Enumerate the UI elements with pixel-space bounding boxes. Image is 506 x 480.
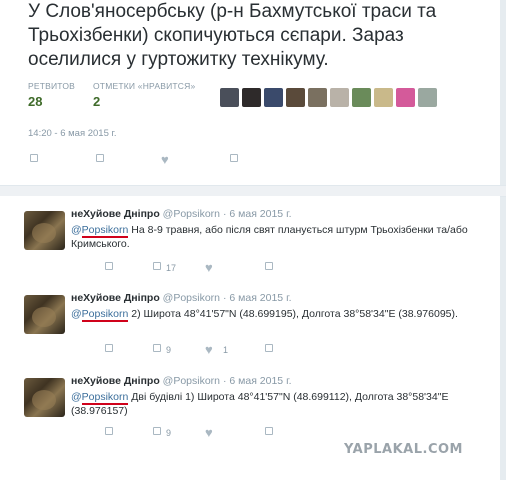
like-heart-icon[interactable]: ♥ [205, 261, 213, 274]
likes-stat[interactable]: ОТМЕТКИ «НРАВИТСЯ» 2 [93, 81, 195, 109]
liker-avatar[interactable] [286, 88, 305, 107]
reply-body-text: На 8-9 травня, або після свят планується… [71, 224, 468, 250]
like-heart-icon[interactable]: ♥ [205, 343, 213, 356]
reply-text: @Popsikorn Дві будівлі 1) Широта 48°41'5… [71, 391, 449, 417]
liker-avatar[interactable] [396, 88, 415, 107]
likes-label: ОТМЕТКИ «НРАВИТСЯ» [93, 81, 196, 91]
author-name[interactable]: неХуйове Дніпро [71, 375, 160, 387]
reply-date[interactable]: 6 мая 2015 г. [229, 292, 291, 304]
liker-avatar[interactable] [418, 88, 437, 107]
reply-header: неХуйове Дніпро @Popsikorn · 6 мая 2015 … [71, 292, 292, 304]
reply-text: @Popsikorn 2) Широта 48°41'57"N (48.6991… [71, 308, 458, 322]
reply-header: неХуйове Дніпро @Popsikorn · 6 мая 2015 … [71, 375, 292, 387]
liker-avatar[interactable] [374, 88, 393, 107]
separator-dot: · [222, 292, 227, 304]
reply-icon[interactable] [105, 427, 113, 438]
reply-date[interactable]: 6 мая 2015 г. [229, 375, 291, 387]
author-handle[interactable]: @Popsikorn [163, 208, 220, 220]
author-name[interactable]: неХуйове Дніпро [71, 292, 160, 304]
author-name[interactable]: неХуйове Дніпро [71, 208, 160, 220]
more-icon[interactable] [265, 262, 273, 273]
more-icon[interactable] [265, 344, 273, 355]
avatar[interactable] [24, 211, 65, 250]
mention-link[interactable]: Popsikorn [81, 308, 129, 322]
liker-avatar[interactable] [220, 88, 239, 107]
reply-tweet[interactable]: неХуйове Дніпро @Popsikorn · 6 мая 2015 … [0, 196, 500, 281]
reply-text: @Popsikorn На 8-9 травня, або після свят… [71, 224, 468, 250]
retweets-label: РЕТВИТОВ [28, 81, 76, 91]
retweets-count: 28 [28, 94, 43, 109]
reply-header: неХуйове Дніпро @Popsikorn · 6 мая 2015 … [71, 208, 292, 220]
separator-dot: · [222, 208, 227, 220]
author-handle[interactable]: @Popsikorn [163, 292, 220, 304]
avatar[interactable] [24, 295, 65, 334]
watermark-logo: YAPLAKAL.COM [344, 442, 463, 457]
like-count: 1 [223, 345, 229, 355]
liker-avatar[interactable] [242, 88, 261, 107]
retweet-icon[interactable] [96, 154, 104, 165]
reply-tweet[interactable]: неХуйове Дніпро @Popsikorn · 6 мая 2015 … [0, 363, 500, 447]
liker-avatar[interactable] [330, 88, 349, 107]
retweet-icon[interactable] [153, 262, 161, 273]
liker-avatar[interactable] [352, 88, 371, 107]
avatar[interactable] [24, 378, 65, 417]
liker-avatar[interactable] [264, 88, 283, 107]
reply-icon[interactable] [105, 344, 113, 355]
liker-avatar[interactable] [308, 88, 327, 107]
retweet-count: 9 [166, 428, 172, 438]
retweet-icon[interactable] [153, 344, 161, 355]
tweet-timestamp[interactable]: 14:20 - 6 мая 2015 г. [28, 128, 116, 139]
author-handle[interactable]: @Popsikorn [163, 375, 220, 387]
mention-link[interactable]: Popsikorn [81, 224, 129, 238]
retweets-stat[interactable]: РЕТВИТОВ 28 [28, 81, 75, 109]
separator-dot: · [222, 375, 227, 387]
reply-body-text: 2) Широта 48°41'57"N (48.699195), Долгот… [128, 308, 458, 320]
mention-link[interactable]: Popsikorn [81, 391, 129, 405]
main-tweet-text: У Слов'яносербську (р-н Бахмутської трас… [28, 1, 437, 70]
retweet-count: 9 [166, 345, 172, 355]
more-icon[interactable] [265, 427, 273, 438]
like-heart-icon[interactable]: ♥ [161, 153, 169, 166]
reply-icon[interactable] [105, 262, 113, 273]
more-icon[interactable] [230, 154, 238, 165]
retweet-icon[interactable] [153, 427, 161, 438]
page-edge [500, 0, 506, 480]
reply-body-text: Дві будівлі 1) Широта 48°41'57"N (48.699… [71, 391, 449, 417]
like-heart-icon[interactable]: ♥ [205, 426, 213, 439]
main-tweet: У Слов'яносербську (р-н Бахмутської трас… [0, 0, 500, 185]
reply-date[interactable]: 6 мая 2015 г. [229, 208, 291, 220]
reply-tweet[interactable]: неХуйове Дніпро @Popsikorn · 6 мая 2015 … [0, 280, 500, 364]
retweet-count: 17 [166, 263, 177, 273]
likes-count: 2 [93, 94, 101, 109]
reply-icon[interactable] [30, 154, 38, 165]
